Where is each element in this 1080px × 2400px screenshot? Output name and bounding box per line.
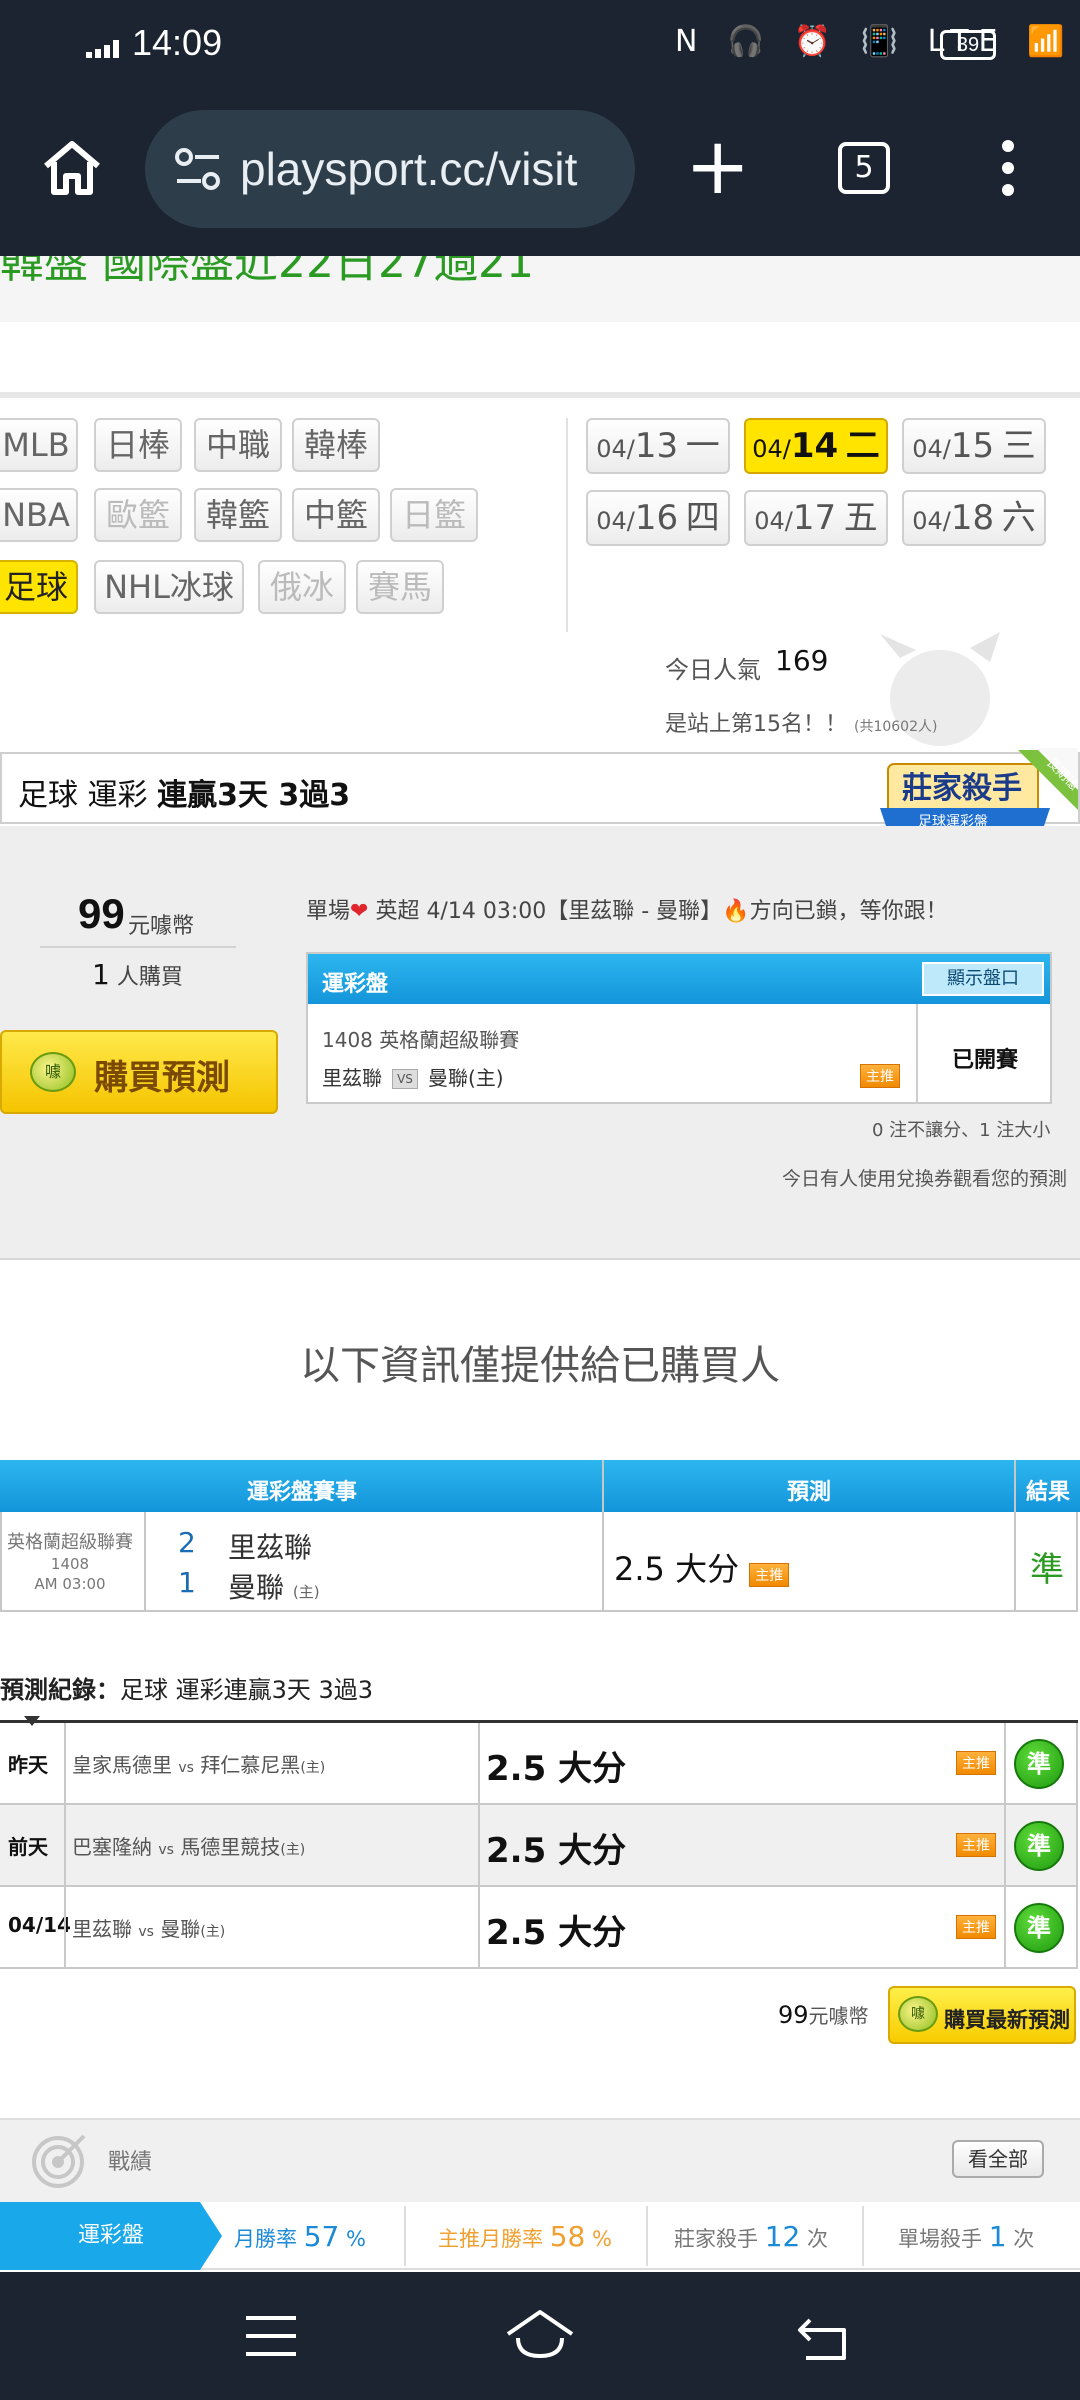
result-table-row [0,1512,1078,1612]
date-button[interactable]: 04/18 六 [902,490,1046,546]
date-button[interactable]: 04/17 五 [744,490,888,546]
svg-text:莊家殺手: 莊家殺手 [902,771,1022,806]
popularity-value: 169 [775,644,829,677]
history-row: 前天 巴塞隆納 vs 馬德里競技(主) 2.5 大分 主推 準 [0,1805,1078,1887]
coin-icon: 噱 [30,1052,76,1092]
sport-chip[interactable]: NBA [0,488,78,542]
history-title: 預測紀錄：足球 運彩連贏3天 3過3 [0,1676,374,1704]
title-highlight: 連贏3天 3過3 [157,778,351,813]
correct-badge: 準 [1014,1903,1064,1953]
sport-chip[interactable]: 韓棒 [292,418,380,472]
latest-price: 99元噱幣 [778,2001,869,2029]
more-menu-icon[interactable] [998,140,1018,204]
see-all-button[interactable]: 看全部 [952,2140,1044,2178]
single-killer-count: 單場殺手 1 次 [898,2220,1035,2253]
divider [0,392,1080,398]
site-settings-icon[interactable] [175,148,221,190]
month-rate: 月勝率 57 % [234,2220,366,2253]
lottery-match-table: 運彩盤 顯示盤口 1408 英格蘭超級聯賽 里茲聯 VS 曼聯(主) 主推 已開賽 [306,952,1052,1104]
date-button[interactable]: 04/15 三 [902,418,1046,474]
correct-badge: 準 [1014,1821,1064,1871]
divider [40,946,236,948]
prediction-value: 2.5 大分 主推 [614,1544,790,1590]
buyers-only-heading: 以下資訊僅提供給已購買人 [300,1343,780,1389]
main-pick-tag: 主推 [956,1833,996,1857]
divider [566,418,568,632]
status-bar: 14:09 N 🎧 ⏰ 📳 LTE 📶 39 [0,0,1080,88]
main-pick-tag: 主推 [860,1064,900,1088]
date-button[interactable]: 04/13 一 [586,418,730,474]
sport-chip: 俄冰 [258,560,346,614]
sport-chip: 賽馬 [356,560,444,614]
home-nav-icon[interactable] [504,2308,576,2360]
target-icon [32,2134,86,2188]
home-icon[interactable] [40,136,104,200]
match-id: 1408 英格蘭超級聯賽 [322,1028,520,1052]
url-bar[interactable]: playsport.cc/visit [145,110,635,228]
system-nav-bar [0,2272,1080,2400]
banker-killer-badge: 莊家殺手 足球運彩盤 長期穩 [880,748,1078,832]
coin-icon: 噱 [898,1996,938,2032]
home-score: 2 [178,1526,196,1559]
fire-icon: 🔥 [722,899,750,924]
away-team: 曼聯 (主) [228,1571,320,1604]
history-row: 昨天 皇家馬德里 vs 拜仁慕尼黑(主) 2.5 大分 主推 準 [0,1723,1078,1805]
match-status: 已開賽 [952,1048,1019,1073]
history-row: 04/14 里茲聯 vs 曼聯(主) 2.5 大分 主推 準 [0,1887,1078,1969]
battery-icon: 39 [940,30,996,60]
buy-latest-button[interactable]: 噱 購買最新預測 [888,1986,1076,2044]
sport-chip[interactable]: 日棒 [94,418,182,472]
title-prefix: 足球 運彩 [18,778,148,813]
single-match-note: 單場❤ 英超 4/14 03:00【里茲聯 - 曼聯】🔥方向已鎖，等你跟！ [306,899,948,924]
main-pick-month-rate: 主推月勝率 58 % [438,2220,612,2253]
buy-prediction-button[interactable]: 噱 購買預測 [0,1030,278,1114]
table-header: 運彩盤 顯示盤口 [308,954,1050,1004]
buyers-count: 1 人購買 [92,958,183,991]
popularity-label: 今日人氣 [665,656,761,684]
price-value: 99 [78,890,125,937]
url-text: playsport.cc/visit [240,143,578,195]
voucher-note: 今日有人使用兌換券觀看您的預測 [782,1168,1068,1190]
menu-icon[interactable] [244,2314,298,2358]
home-team: 里茲聯 [228,1531,313,1564]
price-unit: 元噱幣 [128,914,195,939]
sport-chip[interactable]: NHL冰球 [94,560,244,614]
sport-chip: 歐籃 [94,488,182,542]
record-label: 戰績 [108,2150,153,2175]
tab-lottery[interactable]: 運彩盤 [0,2202,222,2270]
tab-switcher-button[interactable]: 5 [838,142,890,194]
vs-icon: VS [392,1069,418,1089]
sport-chip: 日籃 [390,488,478,542]
away-score: 1 [178,1566,196,1599]
show-odds-button[interactable]: 顯示盤口 [922,962,1044,996]
record-bar [0,2118,1080,2202]
sport-chip-active[interactable]: 足球 [0,560,78,614]
browser-toolbar: playsport.cc/visit + 5 [0,88,1080,256]
main-pick-tag: 主推 [956,1915,996,1939]
new-tab-icon[interactable]: + [685,128,750,206]
result-value: 準 [1030,1550,1064,1590]
status-time: 14:09 [132,22,223,63]
main-pick-tag: 主推 [749,1563,790,1587]
league-info: 英格蘭超級聯賽 1408 AM 03:00 [7,1532,133,1593]
status-icons: N 🎧 ⏰ 📳 LTE 📶 [675,24,1075,59]
match-teams: 里茲聯 VS 曼聯(主) [322,1066,504,1090]
rank-text: 是站上第15名！！ (共10602人) [665,712,938,737]
sport-chip[interactable]: 中職 [194,418,282,472]
sport-chip[interactable]: 中籃 [292,488,380,542]
main-pick-tag: 主推 [956,1751,996,1775]
sport-chip[interactable]: MLB [0,418,78,472]
back-icon[interactable] [796,2314,850,2362]
heart-icon: ❤ [350,899,369,924]
date-button[interactable]: 04/16 四 [586,490,730,546]
bet-count-note: 0 注不讓分、1 注大小 [872,1120,1051,1141]
signal-icon [86,40,126,58]
banker-killer-count: 莊家殺手 12 次 [674,2220,829,2253]
correct-badge: 準 [1014,1739,1064,1789]
date-button-active[interactable]: 04/14 二 [744,418,888,474]
result-table-header: 運彩盤賽事 預測 結果 [0,1460,1080,1512]
sport-chip[interactable]: 韓籃 [194,488,282,542]
